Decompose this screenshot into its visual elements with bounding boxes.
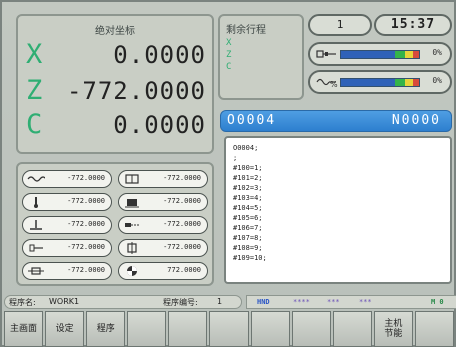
softkey-7[interactable] <box>250 311 290 347</box>
remaining-axis-x: X <box>226 38 232 48</box>
tool-position-value: -772.0000 <box>163 174 201 182</box>
softkey-2[interactable]: 设定 <box>45 311 85 347</box>
remaining-axis-c: C <box>226 62 232 72</box>
status-indicator-1: **** <box>293 298 310 306</box>
softkey-11[interactable] <box>414 311 455 347</box>
program-line[interactable]: #100=1; <box>233 163 443 173</box>
tailstock-icon <box>29 244 43 252</box>
axis-row-z: Z -772.0000 <box>26 74 208 108</box>
feed-rate-fill <box>340 78 420 87</box>
tool-position-cell: -772.0000 <box>22 262 112 280</box>
program-listing[interactable]: O0004;; #100=1; #101=2; #102=3; #103=4; #104=… <box>224 136 452 284</box>
mode-status-bar: HND **** *** *** M 0 <box>246 295 456 309</box>
feed-rate-icon: % <box>316 78 338 88</box>
absolute-coordinates-panel: 绝对坐标 X 0.0000 Z -772.0000 C 0.0000 <box>16 14 214 154</box>
chuck-icon <box>34 197 38 208</box>
program-line[interactable]: #108=9; <box>233 243 443 253</box>
cnc-screen: 绝对坐标 X 0.0000 Z -772.0000 C 0.0000 剩余行程 … <box>0 0 456 347</box>
tool-position-cell: -772.0000 <box>22 239 112 257</box>
tool-side-icon <box>125 223 139 227</box>
tool-position-cell: -772.0000 <box>22 170 112 188</box>
program-line[interactable]: O0004; <box>233 143 443 153</box>
tool-position-cell: -772.0000 <box>118 170 208 188</box>
program-count-label: 程序编号: <box>163 298 198 307</box>
spindle-rate-icon <box>316 50 336 58</box>
spindle-icon <box>127 266 137 276</box>
tool-position-cell: -772.0000 <box>22 216 112 234</box>
feed-rate-percent: 0% <box>432 76 442 85</box>
tool-position-value: 772.0000 <box>167 266 201 274</box>
softkey-6[interactable] <box>209 311 249 347</box>
softkey-bar: 主画面 设定 程序 主机 节能 <box>4 311 456 347</box>
tool-position-cell: -772.0000 <box>118 193 208 211</box>
m-code-indicator: M 0 <box>431 298 444 306</box>
tool-position-value: -772.0000 <box>163 197 201 205</box>
tool-position-cell: 772.0000 <box>118 262 208 280</box>
softkey-1[interactable]: 主画面 <box>4 311 44 347</box>
svg-text:%: % <box>330 80 338 88</box>
lubricate-icon <box>125 199 139 208</box>
axis-row-x: X 0.0000 <box>26 38 208 72</box>
remaining-travel-panel: 剩余行程 X Z C <box>218 14 304 100</box>
mode-indicator: HND <box>257 298 270 306</box>
remaining-axis-z: Z <box>226 50 232 60</box>
tool-position-cell: -772.0000 <box>118 216 208 234</box>
remaining-title: 剩余行程 <box>226 25 266 36</box>
program-line[interactable]: #109=10; <box>233 253 443 263</box>
status-indicator-3: *** <box>359 298 372 306</box>
program-line[interactable]: #103=4; <box>233 193 443 203</box>
tool-position-cell: -772.0000 <box>22 193 112 211</box>
sequence-number: N0000 <box>391 113 441 128</box>
softkey-5[interactable] <box>168 311 208 347</box>
tool-position-value: -772.0000 <box>67 243 105 251</box>
program-line[interactable]: #101=2; <box>233 173 443 183</box>
program-line[interactable]: #106=7; <box>233 223 443 233</box>
axis-letter: X <box>26 39 43 70</box>
coolant-icon <box>125 174 139 184</box>
tool-position-value: -772.0000 <box>67 220 105 228</box>
tool-position-value: -772.0000 <box>67 266 105 274</box>
softkey-4[interactable] <box>127 311 167 347</box>
program-status-bar: 程序名: WORK1 程序编号: 1 <box>4 295 242 309</box>
spindle-override-bar: 0% <box>308 42 452 66</box>
program-name: WORK1 <box>49 297 80 306</box>
softkey-3[interactable]: 程序 <box>86 311 126 347</box>
status-indicator-2: *** <box>327 298 340 306</box>
softkey-8[interactable] <box>291 311 331 347</box>
axis-value: 0.0000 <box>113 111 206 139</box>
program-line[interactable]: #107=8; <box>233 233 443 243</box>
program-name-label: 程序名: <box>9 298 36 307</box>
tool-position-value: -772.0000 <box>163 220 201 228</box>
tool-position-cell: -772.0000 <box>118 239 208 257</box>
softkey-9[interactable] <box>332 311 372 347</box>
program-line[interactable]: ; <box>233 153 443 163</box>
tool-down-icon <box>30 220 42 230</box>
clock-display: 15:37 <box>374 14 452 36</box>
tool-position-value: -772.0000 <box>163 243 201 251</box>
spindle-rate-percent: 0% <box>432 48 442 57</box>
program-line[interactable]: #102=3; <box>233 183 443 193</box>
softkey-10[interactable]: 主机 节能 <box>373 311 413 347</box>
spindle-rate-fill <box>340 50 420 59</box>
feed-override-bar: % 0% <box>308 70 452 94</box>
clamp-icon <box>28 267 44 275</box>
program-line[interactable]: #104=5; <box>233 203 443 213</box>
tool-position-panel: -772.0000 -772.0000 -772.0000 -772.0000 -772… <box>16 162 214 286</box>
axis-value: 0.0000 <box>113 41 206 69</box>
axis-value: -772.0000 <box>66 77 206 105</box>
axis-row-c: C 0.0000 <box>26 108 208 142</box>
axis-letter: C <box>26 109 43 140</box>
program-line[interactable]: #105=6; <box>233 213 443 223</box>
channel-indicator: 1 <box>308 14 372 36</box>
axis-letter: Z <box>26 75 43 106</box>
coordinates-title: 绝对坐标 <box>95 26 135 37</box>
program-number: O0004 <box>227 113 277 128</box>
turret-icon <box>127 242 137 254</box>
wave-icon <box>27 176 45 182</box>
program-count: 1 <box>217 297 223 306</box>
tool-position-value: -772.0000 <box>67 197 105 205</box>
program-header: O0004 N0000 <box>220 110 452 132</box>
tool-position-value: -772.0000 <box>67 174 105 182</box>
